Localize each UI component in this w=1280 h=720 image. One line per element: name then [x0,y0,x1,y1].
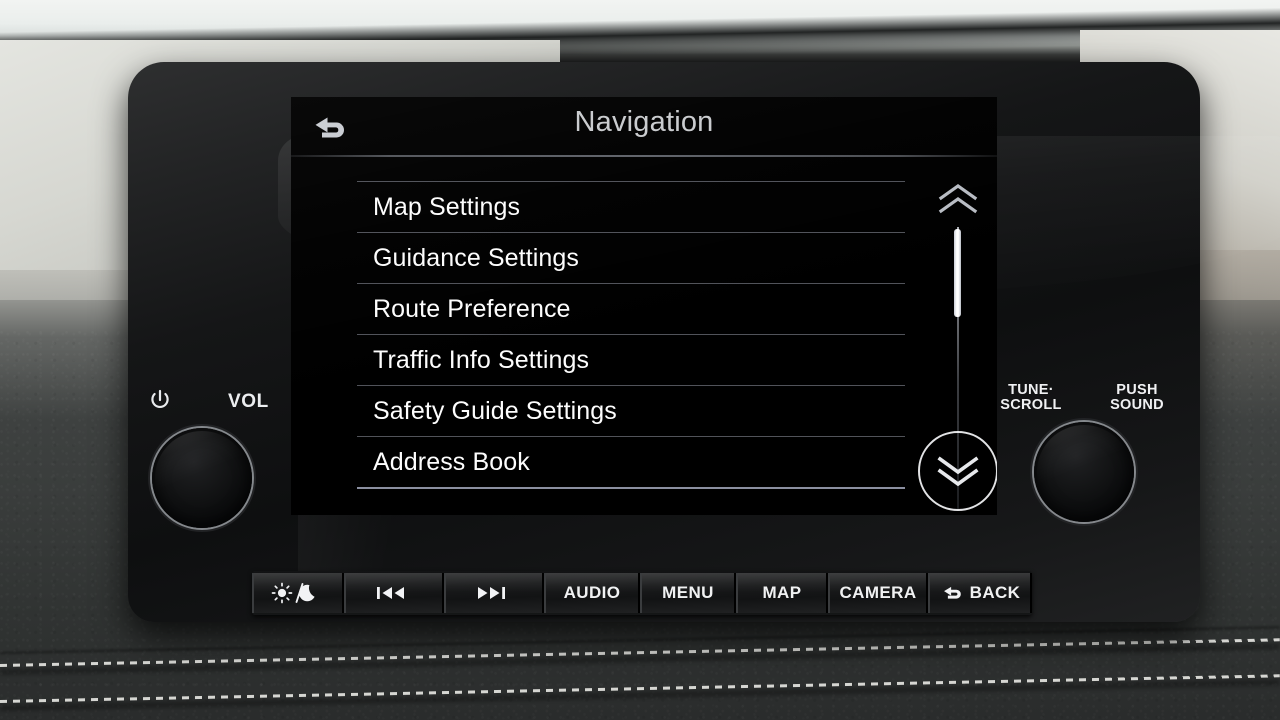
list-item-label: Safety Guide Settings [373,396,617,425]
list-item[interactable]: Guidance Settings [357,232,905,283]
map-label: MAP [762,583,802,602]
list-item-label: Guidance Settings [373,243,579,272]
list-item-label: Map Settings [373,192,521,221]
list-item-label: Route Preference [373,294,571,323]
list-item[interactable]: Traffic Info Settings [357,334,905,385]
camera-label: CAMERA [839,583,917,602]
back-label: BACK [969,583,1021,602]
push-sound-label: PUSH SOUND [1098,383,1176,413]
menu-label: MENU [662,583,714,602]
list-item[interactable]: Safety Guide Settings [357,385,905,436]
map-button[interactable]: MAP [736,573,828,613]
page-title: Navigation [574,106,714,138]
touchscreen-display[interactable]: Navigation Map Settings Guidance Setting… [291,97,997,515]
menu-button[interactable]: MENU [640,573,736,613]
tune-scroll-label-line2: SCROLL [1000,397,1062,413]
list-item[interactable]: Address Book [357,436,905,489]
list-item-label: Address Book [373,447,530,476]
tune-scroll-label: TUNE· SCROLL [992,383,1070,413]
sun-moon-icon [271,582,319,604]
previous-track-button[interactable] [344,573,444,613]
scrollbar-thumb[interactable] [954,229,961,317]
next-track-icon [476,584,506,602]
volume-knob[interactable] [152,428,252,528]
volume-label: VOL [228,391,269,412]
scrollbar[interactable] [918,173,997,513]
back-arrow-icon [940,583,964,603]
header-divider [291,155,997,157]
push-sound-label-line2: SOUND [1110,397,1164,413]
tune-scroll-label-line1: TUNE· [1008,382,1054,398]
screen-header: Navigation [291,97,997,157]
push-sound-label-line1: PUSH [1116,382,1158,398]
navigation-settings-list: Map Settings Guidance Settings Route Pre… [357,181,905,489]
previous-track-icon [376,584,406,602]
tune-scroll-knob[interactable] [1034,422,1134,522]
hard-key-bar: AUDIO MENU MAP CAMERA BACK [252,571,1032,615]
day-night-button[interactable] [252,573,344,613]
next-track-button[interactable] [444,573,544,613]
list-item[interactable]: Route Preference [357,283,905,334]
double-chevron-down-icon[interactable] [918,431,997,511]
list-item[interactable]: Map Settings [357,181,905,232]
power-icon [148,388,172,412]
audio-label: AUDIO [563,583,621,602]
list-item-label: Traffic Info Settings [373,345,590,374]
back-button[interactable]: BACK [928,573,1032,613]
infotainment-screenshot: Navigation Map Settings Guidance Setting… [0,0,1280,720]
audio-button[interactable]: AUDIO [544,573,640,613]
double-chevron-up-icon[interactable] [933,179,983,219]
camera-button[interactable]: CAMERA [828,573,928,613]
